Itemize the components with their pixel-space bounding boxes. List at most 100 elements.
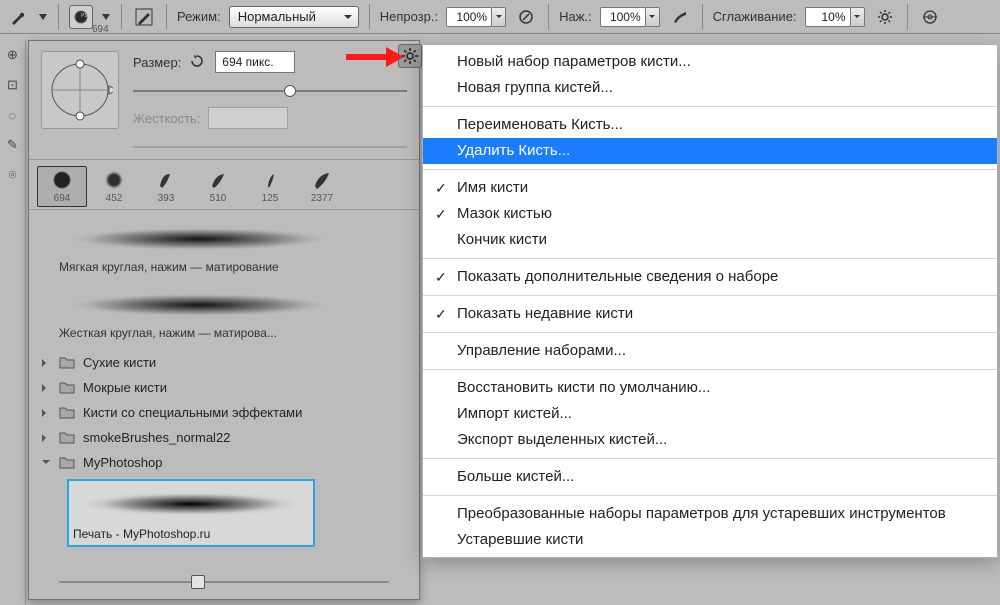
svg-text:PS: PS (81, 13, 88, 19)
brush-size-label: 393 (158, 193, 175, 204)
brush-tree: Мягкая круглая, нажим — матирование Жестк… (29, 210, 419, 559)
menu-item[interactable]: Мазок кистью (423, 201, 997, 227)
brush-angle-control[interactable] (41, 51, 119, 129)
smoothing-label: Сглаживание: (713, 9, 797, 24)
disclosure-triangle-icon[interactable] (41, 434, 51, 442)
size-input[interactable]: 694 пикс. (215, 51, 295, 73)
menu-item[interactable]: Преобразованные наборы параметров для ус… (423, 501, 997, 527)
disclosure-triangle-icon[interactable] (41, 457, 51, 468)
menu-item[interactable]: Устаревшие кисти (423, 527, 997, 553)
menu-item[interactable]: Новый набор параметров кисти... (423, 49, 997, 75)
brush-thumb (97, 169, 131, 191)
smoothing-input[interactable]: 10% (805, 7, 851, 27)
mode-label: Режим: (177, 9, 221, 24)
menu-separator (423, 106, 997, 107)
left-toolbar: ⊕ ⊡ ◌ ✎ ⌾ (0, 40, 26, 605)
tool-slot[interactable]: ✎ (0, 130, 25, 160)
annotation-arrow (346, 46, 404, 68)
flow-caret[interactable] (646, 7, 660, 27)
menu-separator (423, 258, 997, 259)
flow-input[interactable]: 100% (600, 7, 646, 27)
brush-thumb (149, 169, 183, 191)
opacity-caret[interactable] (492, 7, 506, 27)
symmetry-icon[interactable] (918, 5, 942, 29)
brush-preset-label: Мягкая круглая, нажим — матирование (59, 260, 409, 274)
menu-separator (423, 169, 997, 170)
recent-brush-item[interactable]: 393 (141, 166, 191, 207)
menu-item[interactable]: Удалить Кисть... (423, 138, 997, 164)
brush-preset-item[interactable]: Жесткая круглая, нажим — матирова... (59, 284, 409, 346)
tool-preset-caret[interactable] (38, 5, 48, 29)
tool-slot[interactable]: ⊡ (0, 70, 25, 100)
folder-icon (59, 406, 75, 419)
flow-value: 100% (610, 10, 641, 24)
smoothing-caret[interactable] (851, 7, 865, 27)
folder-icon (59, 381, 75, 394)
menu-item[interactable]: Переименовать Кисть... (423, 112, 997, 138)
folder-label: smokeBrushes_normal22 (83, 430, 230, 445)
recent-brush-item[interactable]: 452 (89, 166, 139, 207)
menu-separator (423, 495, 997, 496)
options-bar: PS 694 Режим: Нормальный Непрозр.: 100% … (0, 0, 1000, 34)
brush-preset-label: Жесткая круглая, нажим — матирова... (59, 326, 409, 340)
menu-separator (423, 369, 997, 370)
brush-flyout-menu: Новый набор параметров кисти...Новая гру… (422, 44, 998, 558)
folder-icon (59, 356, 75, 369)
menu-item[interactable]: Больше кистей... (423, 464, 997, 490)
opacity-input[interactable]: 100% (446, 7, 492, 27)
brush-size-label: 125 (262, 193, 279, 204)
folder-label: Мокрые кисти (83, 380, 167, 395)
menu-item[interactable]: Показать дополнительные сведения о набор… (423, 264, 997, 290)
brush-settings-icon[interactable] (132, 5, 156, 29)
menu-item[interactable]: Новая группа кистей... (423, 75, 997, 101)
mode-value: Нормальный (238, 9, 316, 24)
brush-folder[interactable]: MyPhotoshop (39, 450, 409, 475)
smoothing-value: 10% (822, 10, 846, 24)
brush-size-badge: 694 (92, 24, 109, 35)
tool-slot[interactable]: ⊕ (0, 40, 25, 70)
reset-size-icon[interactable] (189, 53, 207, 71)
brush-size-label: 510 (210, 193, 227, 204)
pressure-opacity-icon[interactable] (514, 5, 538, 29)
folder-icon (59, 456, 75, 469)
menu-item[interactable]: Импорт кистей... (423, 401, 997, 427)
brush-tool-icon[interactable] (6, 5, 30, 29)
folder-label: Сухие кисти (83, 355, 156, 370)
size-slider[interactable] (133, 85, 407, 97)
recent-brush-item[interactable]: 2377 (297, 166, 347, 207)
airbrush-icon[interactable] (668, 5, 692, 29)
tool-slot[interactable]: ◌ (0, 100, 25, 130)
recent-brush-item[interactable]: 694 (37, 166, 87, 207)
disclosure-triangle-icon[interactable] (41, 409, 51, 417)
menu-item[interactable]: Восстановить кисти по умолчанию... (423, 375, 997, 401)
menu-item[interactable]: Кончик кисти (423, 227, 997, 253)
brush-preset-panel: Размер: 694 пикс. Жесткость: 69445239351… (28, 40, 420, 600)
menu-separator (423, 332, 997, 333)
brush-folder[interactable]: Мокрые кисти (39, 375, 409, 400)
brush-folder[interactable]: smokeBrushes_normal22 (39, 425, 409, 450)
brush-preset-icon[interactable]: PS (69, 5, 93, 29)
brush-preset-item[interactable]: Мягкая круглая, нажим — матирование (59, 218, 409, 280)
menu-item[interactable]: Имя кисти (423, 175, 997, 201)
menu-item[interactable]: Управление наборами... (423, 338, 997, 364)
menu-item[interactable]: Показать недавние кисти (423, 301, 997, 327)
selected-brush-preview[interactable]: Печать - MyPhotoshop.ru (67, 479, 315, 547)
folder-label: MyPhotoshop (83, 455, 163, 470)
disclosure-triangle-icon[interactable] (41, 359, 51, 367)
size-label: Размер: (133, 55, 181, 70)
recent-brush-item[interactable]: 510 (193, 166, 243, 207)
thumbnail-size-slider[interactable] (59, 575, 389, 589)
menu-separator (423, 295, 997, 296)
brush-folder[interactable]: Сухие кисти (39, 350, 409, 375)
flow-label: Наж.: (559, 9, 592, 24)
size-value: 694 пикс. (222, 55, 273, 69)
selected-brush-label: Печать - MyPhotoshop.ru (73, 527, 309, 541)
brush-folder[interactable]: Кисти со специальными эффектами (39, 400, 409, 425)
brush-stroke-preview (59, 288, 339, 322)
recent-brush-item[interactable]: 125 (245, 166, 295, 207)
menu-item[interactable]: Экспорт выделенных кистей... (423, 427, 997, 453)
disclosure-triangle-icon[interactable] (41, 384, 51, 392)
smoothing-gear-icon[interactable] (873, 5, 897, 29)
mode-select[interactable]: Нормальный (229, 6, 359, 28)
tool-slot[interactable]: ⌾ (0, 160, 25, 190)
